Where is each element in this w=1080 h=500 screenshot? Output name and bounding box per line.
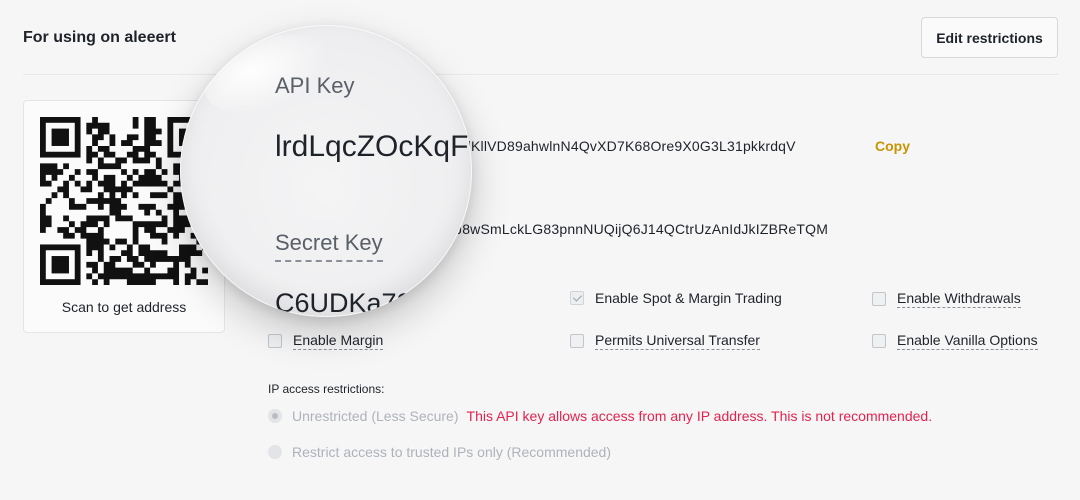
ip-warning-text: This API key allows access from any IP a…	[466, 408, 933, 424]
page-title: For using on aleeert	[23, 29, 176, 46]
radio-icon[interactable]	[268, 409, 282, 423]
secret-key-value[interactable]: J8wSmLckLG83pnnNUQijQ6J14QCtrUzAnIdJkIZB…	[455, 221, 828, 237]
secret-key-magnified-value: C6UDKa72	[275, 288, 412, 317]
checkbox-icon[interactable]	[872, 334, 886, 348]
permission-vanilla-options[interactable]: Enable Vanilla Options	[872, 332, 1038, 350]
radio-icon[interactable]	[268, 445, 282, 459]
permission-margin[interactable]: Enable Margin	[268, 332, 384, 350]
checkbox-icon[interactable]	[872, 292, 886, 306]
copy-button[interactable]: Copy	[875, 138, 910, 154]
header-divider	[23, 74, 1058, 75]
ip-option-unrestricted[interactable]: Unrestricted (Less Secure) This API key …	[268, 408, 932, 424]
radio-label: Restrict access to trusted IPs only (Rec…	[292, 444, 612, 460]
radio-label: Unrestricted (Less Secure)	[292, 408, 459, 424]
permission-label: Enable Spot & Margin Trading	[595, 290, 782, 306]
api-key-label: API Key	[275, 73, 355, 98]
checkbox-icon[interactable]	[268, 334, 282, 348]
permission-withdrawals[interactable]: Enable Withdrawals	[872, 290, 1021, 308]
checkbox-icon[interactable]	[570, 334, 584, 348]
ip-restrictions-heading: IP access restrictions:	[268, 382, 385, 396]
permission-spot-margin-trading[interactable]: Enable Spot & Margin Trading	[570, 290, 782, 306]
permission-label: Enable Vanilla Options	[897, 332, 1038, 350]
qr-caption: Scan to get address	[61, 299, 187, 315]
api-key-magnified-value: lrdLqcZOcKqF	[275, 130, 469, 163]
permission-universal-transfer[interactable]: Permits Universal Transfer	[570, 332, 760, 350]
edit-restrictions-button[interactable]: Edit restrictions	[921, 17, 1058, 58]
ip-option-trusted-only[interactable]: Restrict access to trusted IPs only (Rec…	[268, 444, 611, 460]
permission-label: Enable Margin	[293, 332, 384, 350]
permission-label: Permits Universal Transfer	[595, 332, 760, 350]
checkbox-icon[interactable]	[570, 291, 584, 305]
magnifier-lens: API Key lrdLqcZOcKqF Secret Key C6UDKa72	[180, 25, 472, 317]
secret-key-label: Secret Key	[275, 230, 383, 262]
permission-label: Enable Withdrawals	[897, 290, 1021, 308]
api-key-value[interactable]: udKllVD89ahwlnN4QvXD7K68Ore9X0G3L31pkkrd…	[455, 138, 796, 154]
